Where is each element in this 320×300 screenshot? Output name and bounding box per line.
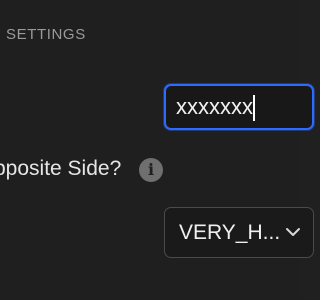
opposite-side-label: pposite Side? bbox=[0, 157, 122, 180]
chevron-down-icon bbox=[286, 228, 300, 236]
text-field[interactable] bbox=[164, 84, 314, 130]
text-input[interactable] bbox=[176, 86, 306, 128]
info-icon[interactable]: i bbox=[139, 158, 163, 182]
text-caret bbox=[253, 95, 255, 121]
dropdown-select[interactable]: VERY_H... bbox=[164, 207, 314, 258]
settings-panel: SETTINGS pposite Side? i VERY_H... bbox=[0, 0, 314, 300]
section-title: SETTINGS bbox=[6, 26, 86, 43]
info-icon-glyph: i bbox=[147, 160, 155, 179]
dropdown-value: VERY_H... bbox=[179, 221, 281, 244]
